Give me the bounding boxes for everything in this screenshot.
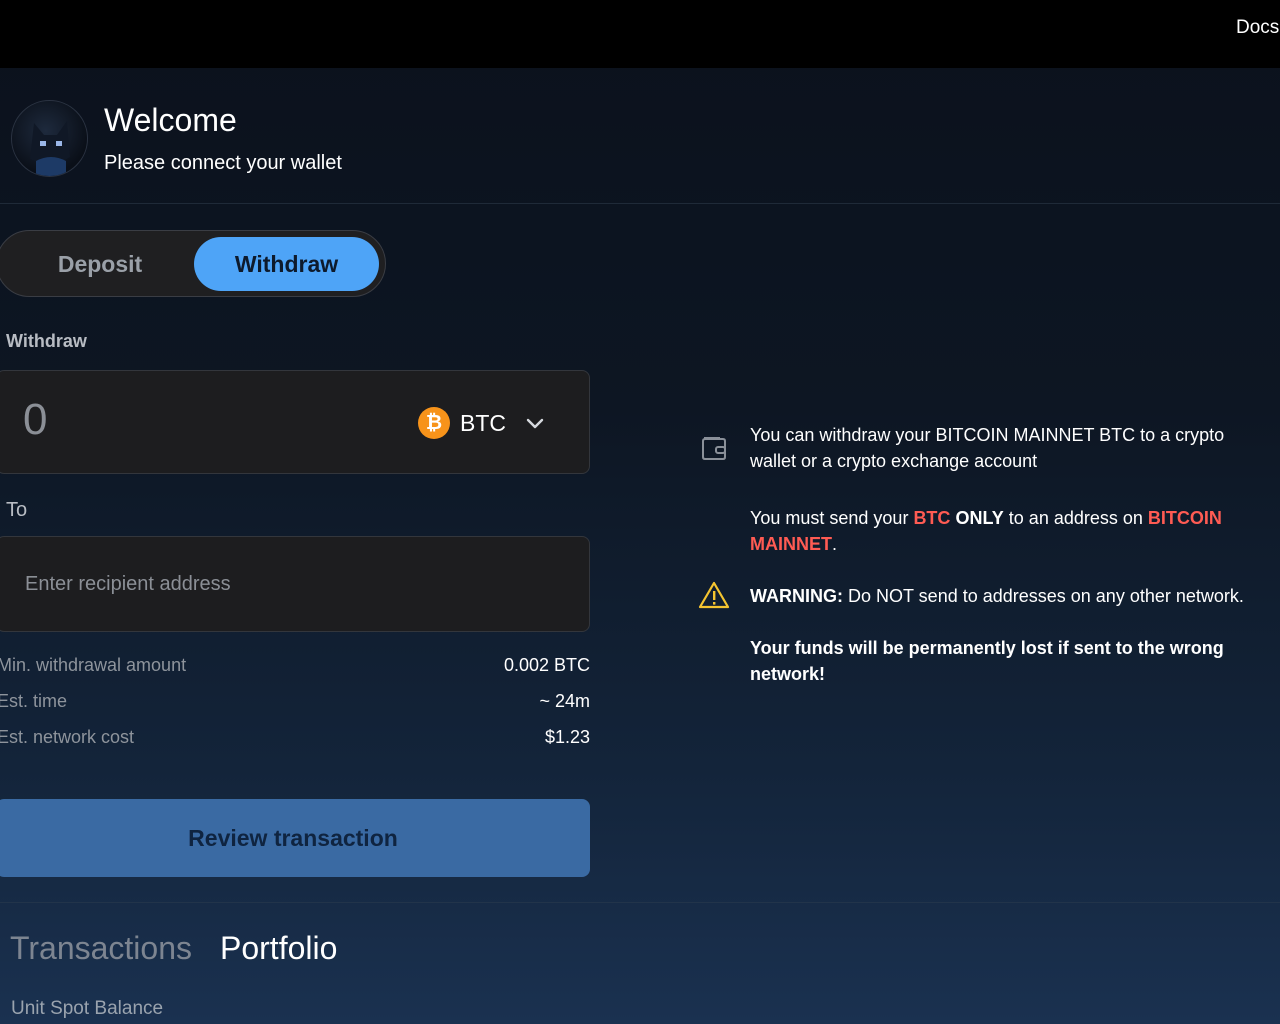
warning-prefix: WARNING:: [750, 586, 843, 606]
detail-value: $1.23: [544, 727, 590, 747]
recipient-address-input[interactable]: [25, 567, 565, 601]
tab-portfolio[interactable]: Portfolio: [220, 930, 337, 967]
withdraw-info-text: You can withdraw your BITCOIN MAINNET BT…: [750, 425, 1225, 471]
docs-link[interactable]: Docs: [1236, 17, 1280, 39]
detail-label: Est. network cost: [0, 727, 135, 747]
network-text-part: You must send your: [750, 508, 914, 528]
detail-label: Est. time: [0, 691, 68, 711]
avatar: [11, 100, 88, 177]
top-bar: Docs: [0, 0, 1280, 68]
connect-wallet-prompt: Please connect your wallet: [104, 152, 342, 174]
network-requirement-text: You must send your BTC ONLY to an addres…: [750, 505, 1260, 557]
section-divider: [0, 902, 1280, 903]
amount-field[interactable]: 0 ₿ BTC: [0, 370, 590, 474]
warning-body: Do NOT send to addresses on any other ne…: [843, 586, 1244, 606]
detail-label: Min. withdrawal amount: [0, 655, 187, 675]
deposit-withdraw-toggle: Deposit Withdraw: [0, 230, 386, 297]
tab-transactions[interactable]: Transactions: [10, 930, 192, 967]
bitcoin-icon: ₿: [418, 407, 450, 439]
funds-lost-warning: Your funds will be permanently lost if s…: [750, 638, 1224, 684]
token-highlight: BTC: [913, 508, 951, 528]
to-label: To: [6, 499, 28, 521]
detail-row-network-cost: Est. network cost $1.23: [0, 727, 590, 753]
detail-value: 0.002 BTC: [503, 655, 590, 675]
withdraw-tab[interactable]: Withdraw: [194, 237, 379, 291]
token-symbol: BTC: [460, 409, 506, 436]
wallet-icon: [702, 437, 726, 460]
chevron-down-icon: [526, 418, 544, 429]
recipient-address-field[interactable]: [0, 536, 590, 632]
spot-balance-label: Unit Spot Balance: [11, 998, 164, 1019]
detail-value: ~ 24m: [539, 691, 590, 711]
withdraw-label: Withdraw: [6, 331, 87, 351]
detail-row-min-withdrawal: Min. withdrawal amount 0.002 BTC: [0, 655, 590, 681]
detail-row-est-time: Est. time ~ 24m: [0, 691, 590, 717]
amount-input[interactable]: 0: [23, 395, 47, 445]
warning-text: WARNING: Do NOT send to addresses on any…: [750, 583, 1260, 609]
review-transaction-button[interactable]: Review transaction: [0, 799, 590, 877]
header: Welcome Please connect your wallet: [0, 68, 1280, 204]
deposit-tab[interactable]: Deposit: [5, 237, 195, 291]
warning-icon: [698, 581, 730, 609]
token-select[interactable]: ₿ BTC: [418, 405, 546, 441]
only-highlight: ONLY: [950, 508, 1004, 528]
network-text-part: to an address on: [1003, 508, 1148, 528]
page-title: Welcome: [104, 102, 237, 138]
network-text-end: .: [832, 534, 838, 554]
